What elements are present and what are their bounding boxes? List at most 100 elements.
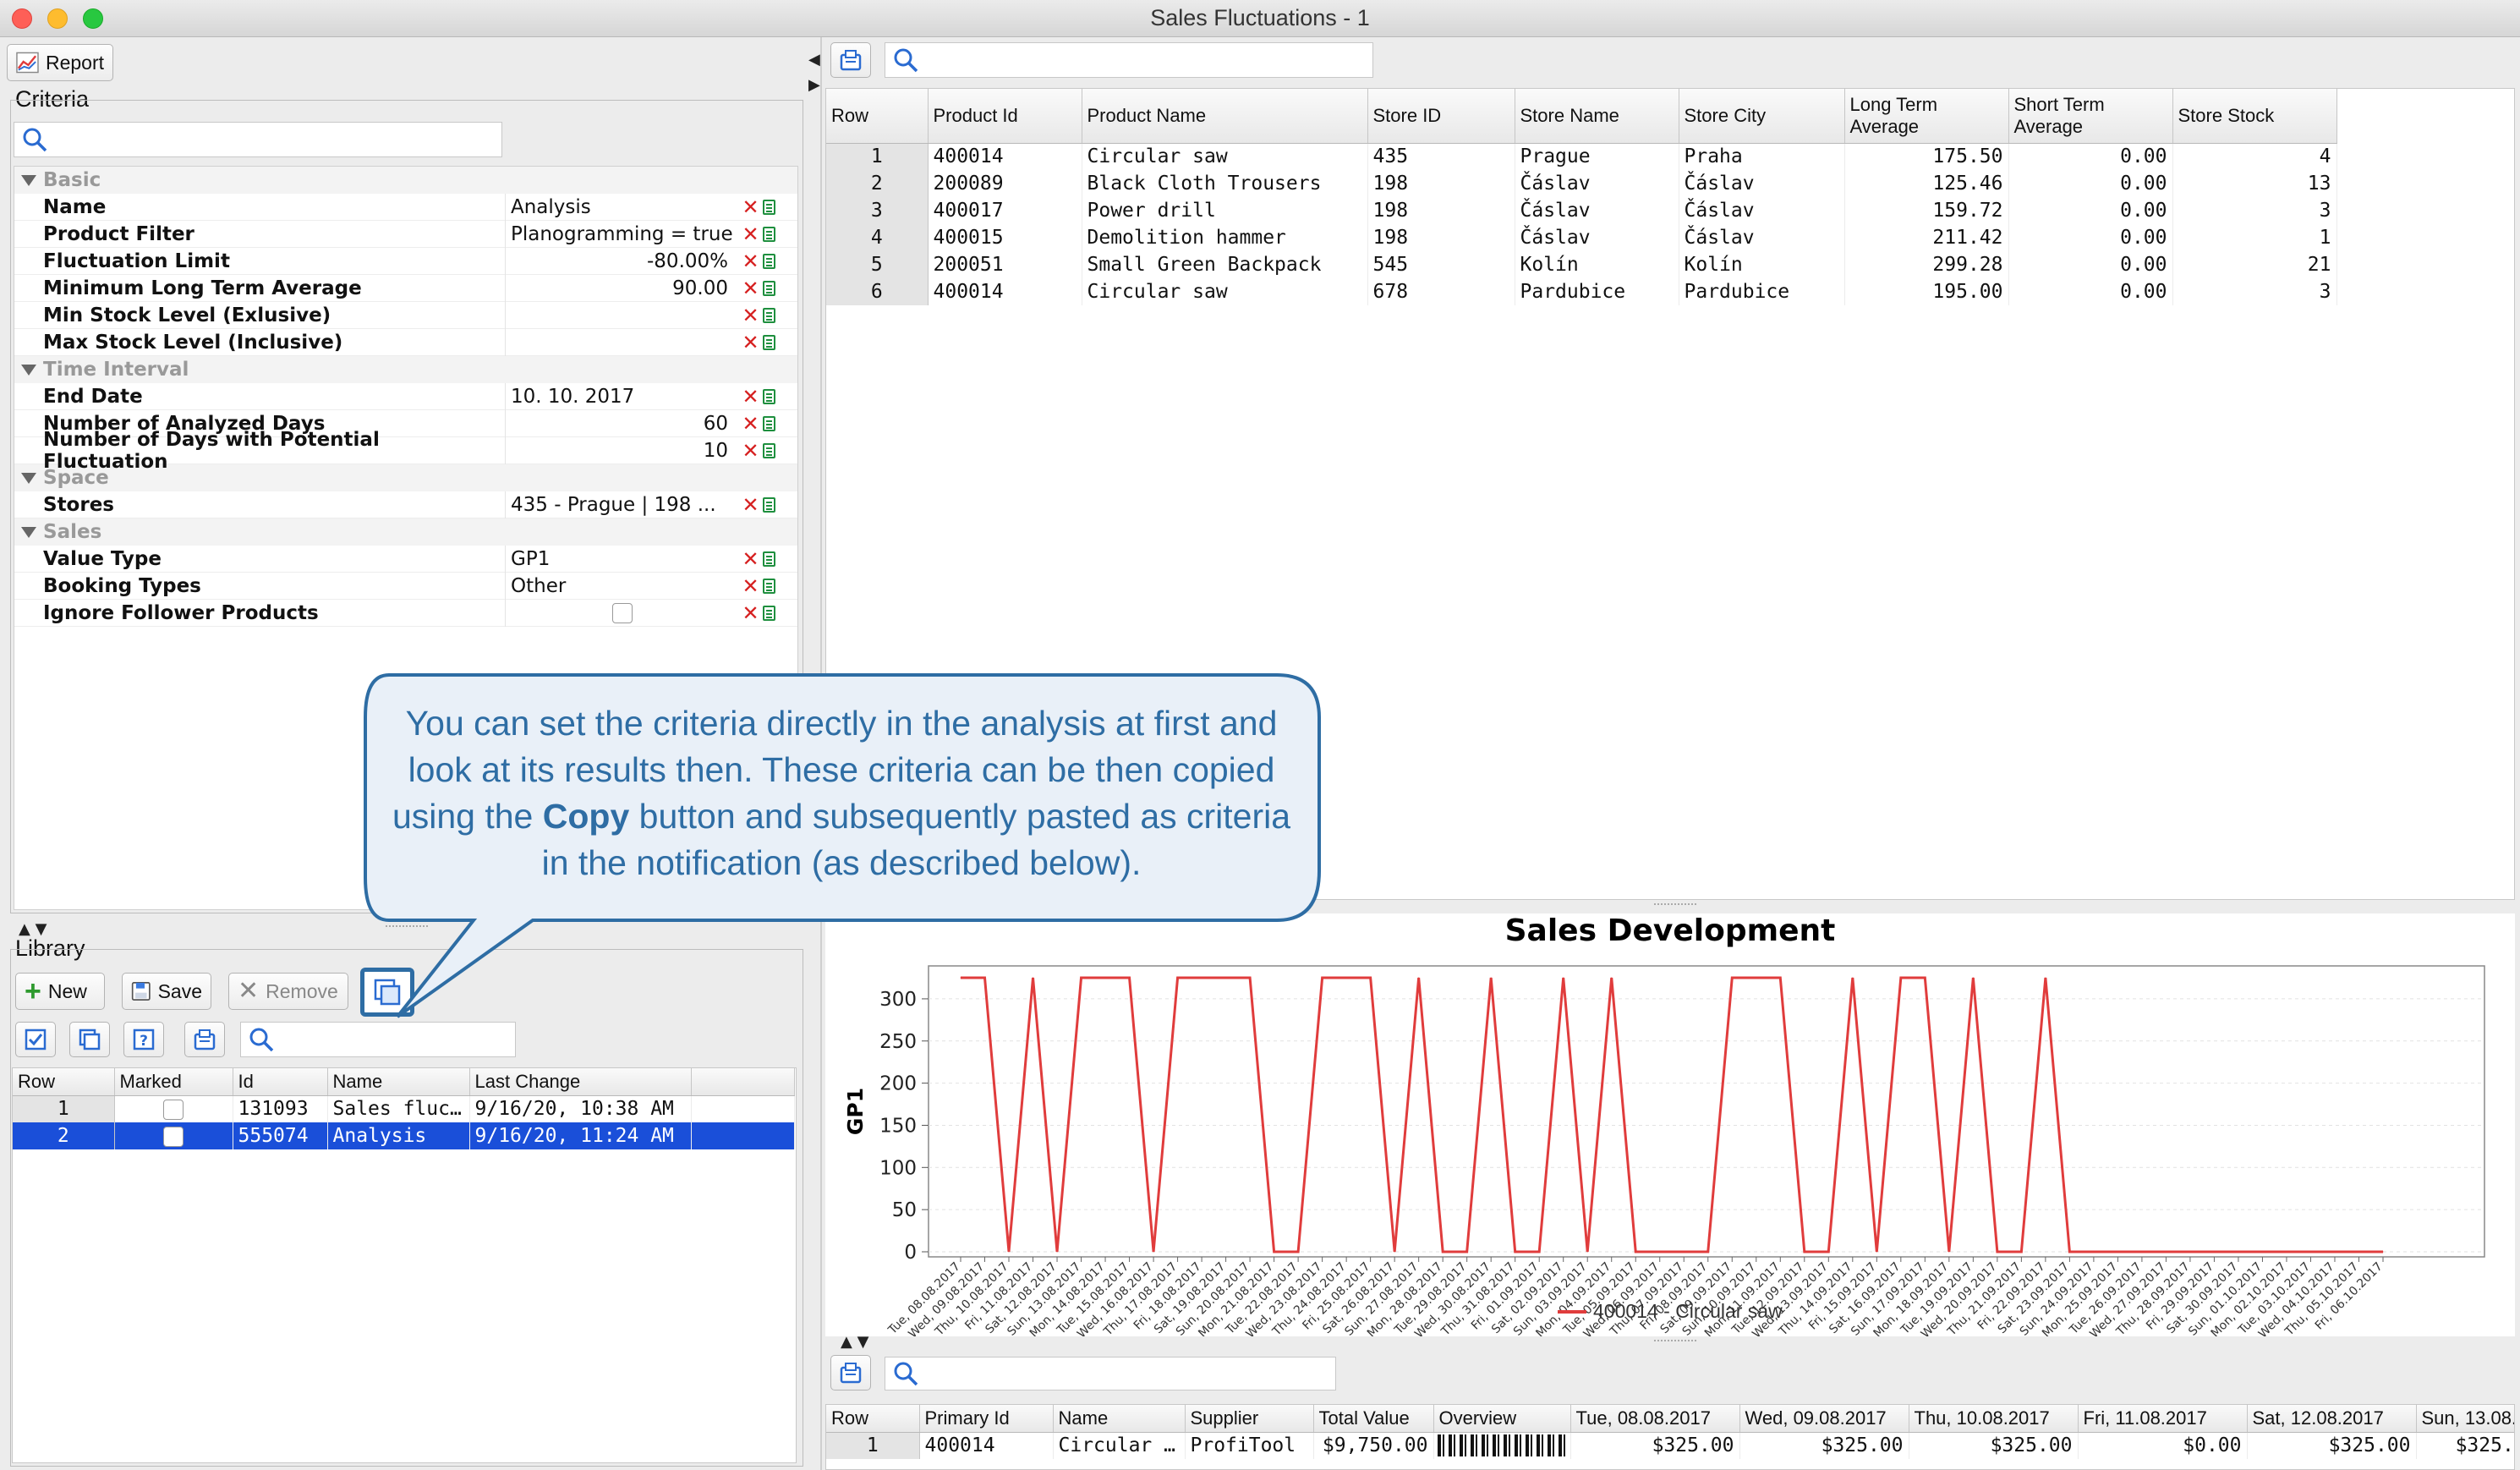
detail-column-header[interactable]: Tue, 08.08.2017: [1570, 1405, 1740, 1433]
detail-column-header[interactable]: Total Value: [1313, 1405, 1434, 1433]
criteria-row[interactable]: Number of Days with Potential Fluctuatio…: [14, 429, 797, 473]
library-column-header[interactable]: Id: [233, 1068, 328, 1096]
sidebar-toggle-arrows[interactable]: ◀ ▶: [808, 47, 820, 98]
clear-value-icon[interactable]: ✕: [742, 305, 759, 326]
clear-value-icon[interactable]: ✕: [742, 603, 759, 623]
results-export-button[interactable]: [830, 42, 871, 78]
detail-column-header[interactable]: Sat, 12.08.2017: [2247, 1405, 2417, 1433]
clear-value-icon[interactable]: ✕: [742, 332, 759, 353]
criteria-row[interactable]: Max Stock Level (Inclusive) ✕: [14, 328, 797, 356]
results-search-input[interactable]: [885, 42, 1373, 78]
results-column-header[interactable]: Store City: [1679, 89, 1845, 144]
results-row[interactable]: 3 400017 Power drill 198 Čáslav Čáslav 159.72 0…: [826, 197, 2337, 224]
library-column-header[interactable]: Marked: [114, 1068, 233, 1096]
criteria-row[interactable]: Fluctuation Limit -80.00% ✕: [14, 247, 797, 275]
mark-all-button[interactable]: [15, 1022, 56, 1057]
criteria-row[interactable]: End Date 10. 10. 2017 ✕: [14, 382, 797, 410]
criteria-section-header[interactable]: Time Interval: [14, 356, 797, 383]
clear-value-icon[interactable]: ✕: [742, 576, 759, 596]
library-row[interactable]: 1 131093Sales fluctu...9/16/20, 10:38 AM: [13, 1095, 795, 1122]
criteria-row-value[interactable]: GP1: [505, 545, 733, 573]
edit-document-icon[interactable]: [762, 442, 775, 458]
results-column-header[interactable]: Long Term Average: [1844, 89, 2009, 144]
clear-value-icon[interactable]: ✕: [742, 251, 759, 272]
marked-checkbox[interactable]: [163, 1099, 184, 1120]
criteria-row[interactable]: Value Type GP1 ✕: [14, 545, 797, 573]
library-column-header[interactable]: Row: [13, 1068, 115, 1096]
clear-value-icon[interactable]: ✕: [742, 441, 759, 461]
criteria-row-value[interactable]: 60: [505, 409, 733, 437]
help-button[interactable]: ?: [123, 1022, 164, 1057]
collapse-triangle-icon[interactable]: [21, 174, 36, 186]
results-column-header[interactable]: Store ID: [1367, 89, 1515, 144]
results-column-header[interactable]: Product Id: [928, 89, 1082, 144]
edit-document-icon[interactable]: [762, 199, 775, 215]
criteria-row-value[interactable]: [505, 301, 733, 329]
detail-search-input[interactable]: [885, 1357, 1336, 1390]
ignore-followers-checkbox[interactable]: [611, 602, 633, 623]
criteria-row-value[interactable]: 435 - Prague | 198 ...: [505, 491, 733, 518]
edit-document-icon[interactable]: [762, 496, 775, 513]
duplicate-button[interactable]: [69, 1022, 110, 1057]
criteria-row-value[interactable]: [505, 328, 733, 356]
criteria-row[interactable]: Name Analysis ✕: [14, 193, 797, 221]
library-marked-cell[interactable]: [114, 1122, 233, 1149]
detail-column-header[interactable]: Overview: [1433, 1405, 1571, 1433]
criteria-row[interactable]: Stores 435 - Prague | 198 ... ✕: [14, 491, 797, 518]
criteria-row-value[interactable]: Planogramming = true: [505, 220, 733, 248]
clear-value-icon[interactable]: ✕: [742, 549, 759, 569]
criteria-row[interactable]: Booking Types Other ✕: [14, 572, 797, 600]
results-column-header[interactable]: Store Name: [1515, 89, 1679, 144]
results-row[interactable]: 5 200051 Small Green Backpack 545 Kolín Kolín…: [826, 251, 2337, 278]
edit-document-icon[interactable]: [762, 253, 775, 269]
clear-value-icon[interactable]: ✕: [742, 495, 759, 515]
export-button[interactable]: [184, 1022, 225, 1057]
results-column-header[interactable]: Row: [826, 89, 929, 144]
clear-value-icon[interactable]: ✕: [742, 278, 759, 299]
results-split-handle[interactable]: [1654, 903, 1696, 905]
criteria-row-value[interactable]: -80.00%: [505, 247, 733, 275]
results-row[interactable]: 6 400014 Circular saw 678 Pardubice Pardubice…: [826, 278, 2337, 305]
criteria-row-value[interactable]: Other: [505, 572, 733, 600]
criteria-row-value[interactable]: [505, 599, 733, 627]
library-column-header[interactable]: Last Change: [469, 1068, 692, 1096]
edit-document-icon[interactable]: [762, 605, 775, 621]
clear-value-icon[interactable]: ✕: [742, 197, 759, 217]
detail-export-button[interactable]: [830, 1355, 871, 1390]
save-button[interactable]: Save: [122, 973, 211, 1010]
library-column-header[interactable]: Name: [327, 1068, 470, 1096]
results-column-header[interactable]: Short Term Average: [2008, 89, 2173, 144]
detail-row[interactable]: 1400014Circular sawProfiTool$9,750.00 $32…: [826, 1432, 2514, 1459]
detail-column-header[interactable]: Wed, 09.08.2017: [1739, 1405, 1909, 1433]
library-marked-cell[interactable]: [114, 1095, 233, 1122]
clear-value-icon[interactable]: ✕: [742, 224, 759, 244]
report-button[interactable]: Report: [7, 44, 113, 81]
results-row[interactable]: 1 400014 Circular saw 435 Prague Praha 175.50 0…: [826, 143, 2337, 170]
edit-document-icon[interactable]: [762, 578, 775, 594]
detail-column-header[interactable]: Thu, 10.08.2017: [1909, 1405, 2079, 1433]
criteria-row-value[interactable]: 10. 10. 2017: [505, 382, 733, 410]
criteria-row-value[interactable]: 90.00: [505, 274, 733, 302]
edit-document-icon[interactable]: [762, 415, 775, 431]
criteria-row-value[interactable]: 10: [505, 436, 733, 464]
results-column-header[interactable]: Store Stock: [2172, 89, 2337, 144]
marked-checkbox[interactable]: [163, 1126, 184, 1147]
detail-column-header[interactable]: Name: [1053, 1405, 1186, 1433]
edit-document-icon[interactable]: [762, 280, 775, 296]
results-column-header[interactable]: Product Name: [1082, 89, 1368, 144]
detail-column-header[interactable]: Fri, 11.08.2017: [2078, 1405, 2248, 1433]
clear-value-icon[interactable]: ✕: [742, 414, 759, 434]
criteria-row[interactable]: Ignore Follower Products ✕: [14, 599, 797, 627]
detail-column-header[interactable]: Primary Id: [919, 1405, 1054, 1433]
results-row[interactable]: 4 400015 Demolition hammer 198 Čáslav Čáslav 2…: [826, 224, 2337, 251]
edit-document-icon[interactable]: [762, 551, 775, 567]
detail-split-handle[interactable]: [1654, 1340, 1696, 1341]
edit-document-icon[interactable]: [762, 307, 775, 323]
remove-button[interactable]: ✕ Remove: [228, 973, 348, 1010]
edit-document-icon[interactable]: [762, 334, 775, 350]
criteria-row[interactable]: Product Filter Planogramming = true ✕: [14, 220, 797, 248]
results-row[interactable]: 2 200089 Black Cloth Trousers 198 Čáslav Čásl…: [826, 170, 2337, 197]
collapse-triangle-icon[interactable]: [21, 526, 36, 538]
library-row[interactable]: 2 555074 Analysis 9/16/20, 11:24 AM: [13, 1122, 795, 1149]
detail-collapse-arrows[interactable]: ▲ ▼: [841, 1333, 868, 1351]
